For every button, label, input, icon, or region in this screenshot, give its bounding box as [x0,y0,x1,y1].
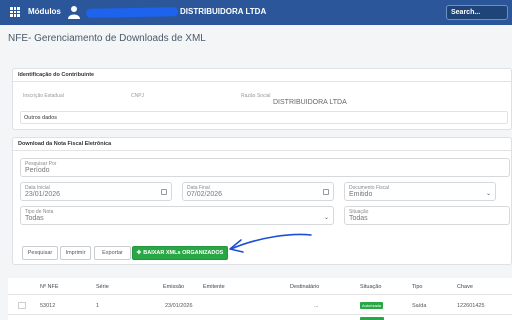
imprimir-button[interactable]: Imprimir [60,246,91,260]
contribuinte-panel-header: Identificação do Contribuinte [13,69,511,82]
documento-fiscal-select[interactable]: Documento Fiscal Emitido ⌄ [344,182,496,201]
company-name: DISTRIBUIDORA LTDA [180,7,267,16]
outros-dados-label: Outros dados [24,115,58,121]
search-input[interactable]: Search... [446,5,508,20]
top-navbar: Módulos DISTRIBUIDORA LTDA Search... [0,0,512,25]
chevron-down-icon: ⌄ [323,215,329,221]
razao-social-label: Razão Social [241,93,271,99]
user-icon[interactable] [68,5,80,19]
data-inicial-value: 23/01/2026 [25,191,61,198]
modules-menu-label[interactable]: Módulos [28,7,61,16]
calendar-icon[interactable] [323,189,329,195]
data-final-value: 07/02/2026 [187,191,223,198]
data-final-field[interactable]: Data Final 07/02/2026 [182,182,334,201]
situacao-value: Todas [349,215,368,222]
pesquisar-por-value: Período [25,167,50,174]
cell-chave: 122601425 [457,303,485,309]
tipo-nota-select[interactable]: Tipo de Nota Todas ⌄ [20,206,334,225]
exportar-button[interactable]: Exportar [94,246,131,260]
pesquisar-por-select[interactable]: Pesquisar Por Período [20,158,510,177]
calendar-icon[interactable] [161,189,167,195]
row-divider [8,314,512,315]
inscricao-label: Inscrição Estadual [23,93,64,99]
situacao-select[interactable]: Situação Todas [344,206,510,225]
contribuinte-panel: Identificação do Contribuinte Inscrição … [12,68,512,130]
page-title: NFE- Gerenciamento de Downloads de XML [8,33,206,44]
redaction-scribble [85,7,179,18]
tipo-nota-value: Todas [25,215,44,222]
row-menu-icon[interactable] [18,302,26,309]
documento-fiscal-value: Emitido [349,191,373,198]
cell-emissao: 23/01/2026 [165,303,193,309]
baixar-xmls-button[interactable]: ✚ BAIXAR XMLs ORGANIZADOS [132,246,228,260]
cell-serie: 1 [96,303,100,309]
annotation-arrow [229,233,312,253]
col-header-chave[interactable]: Chave [457,284,473,290]
cell-tipo: Saída [412,303,427,309]
status-badge: Autorizada [360,302,384,309]
col-header-tipo[interactable]: Tipo [412,284,423,290]
col-header-emitente[interactable]: Emitente [203,284,225,290]
chevron-down-icon: ⌄ [485,191,491,197]
download-panel-header: Download da Nota Fiscal Eletrônica [13,138,511,151]
razao-social-value: DISTRIBUIDORA LTDA [273,99,347,106]
grid-icon[interactable] [10,7,20,17]
cnpj-label: CNPJ [131,93,145,99]
col-header-destinatario[interactable]: Destinatário [290,284,319,290]
col-header-nfe[interactable]: Nº NFE [40,284,59,290]
data-inicial-field[interactable]: Data Inicial 23/01/2026 [20,182,172,201]
col-header-situacao[interactable]: Situação [360,284,381,290]
results-table: Nº NFE Série Emissão Emitente Destinatár… [8,278,512,320]
pesquisar-button[interactable]: Pesquisar [22,246,58,260]
col-header-emissao[interactable]: Emissão [163,284,184,290]
outros-dados-bar[interactable]: Outros dados [20,111,508,124]
cell-destinatario: ... [314,303,319,309]
col-header-serie[interactable]: Série [96,284,109,290]
baixar-xmls-label: BAIXAR XMLs ORGANIZADOS [143,250,224,256]
header-divider [8,294,512,295]
download-icon: ✚ [136,250,142,256]
cell-nfe: 53012 [40,303,56,309]
